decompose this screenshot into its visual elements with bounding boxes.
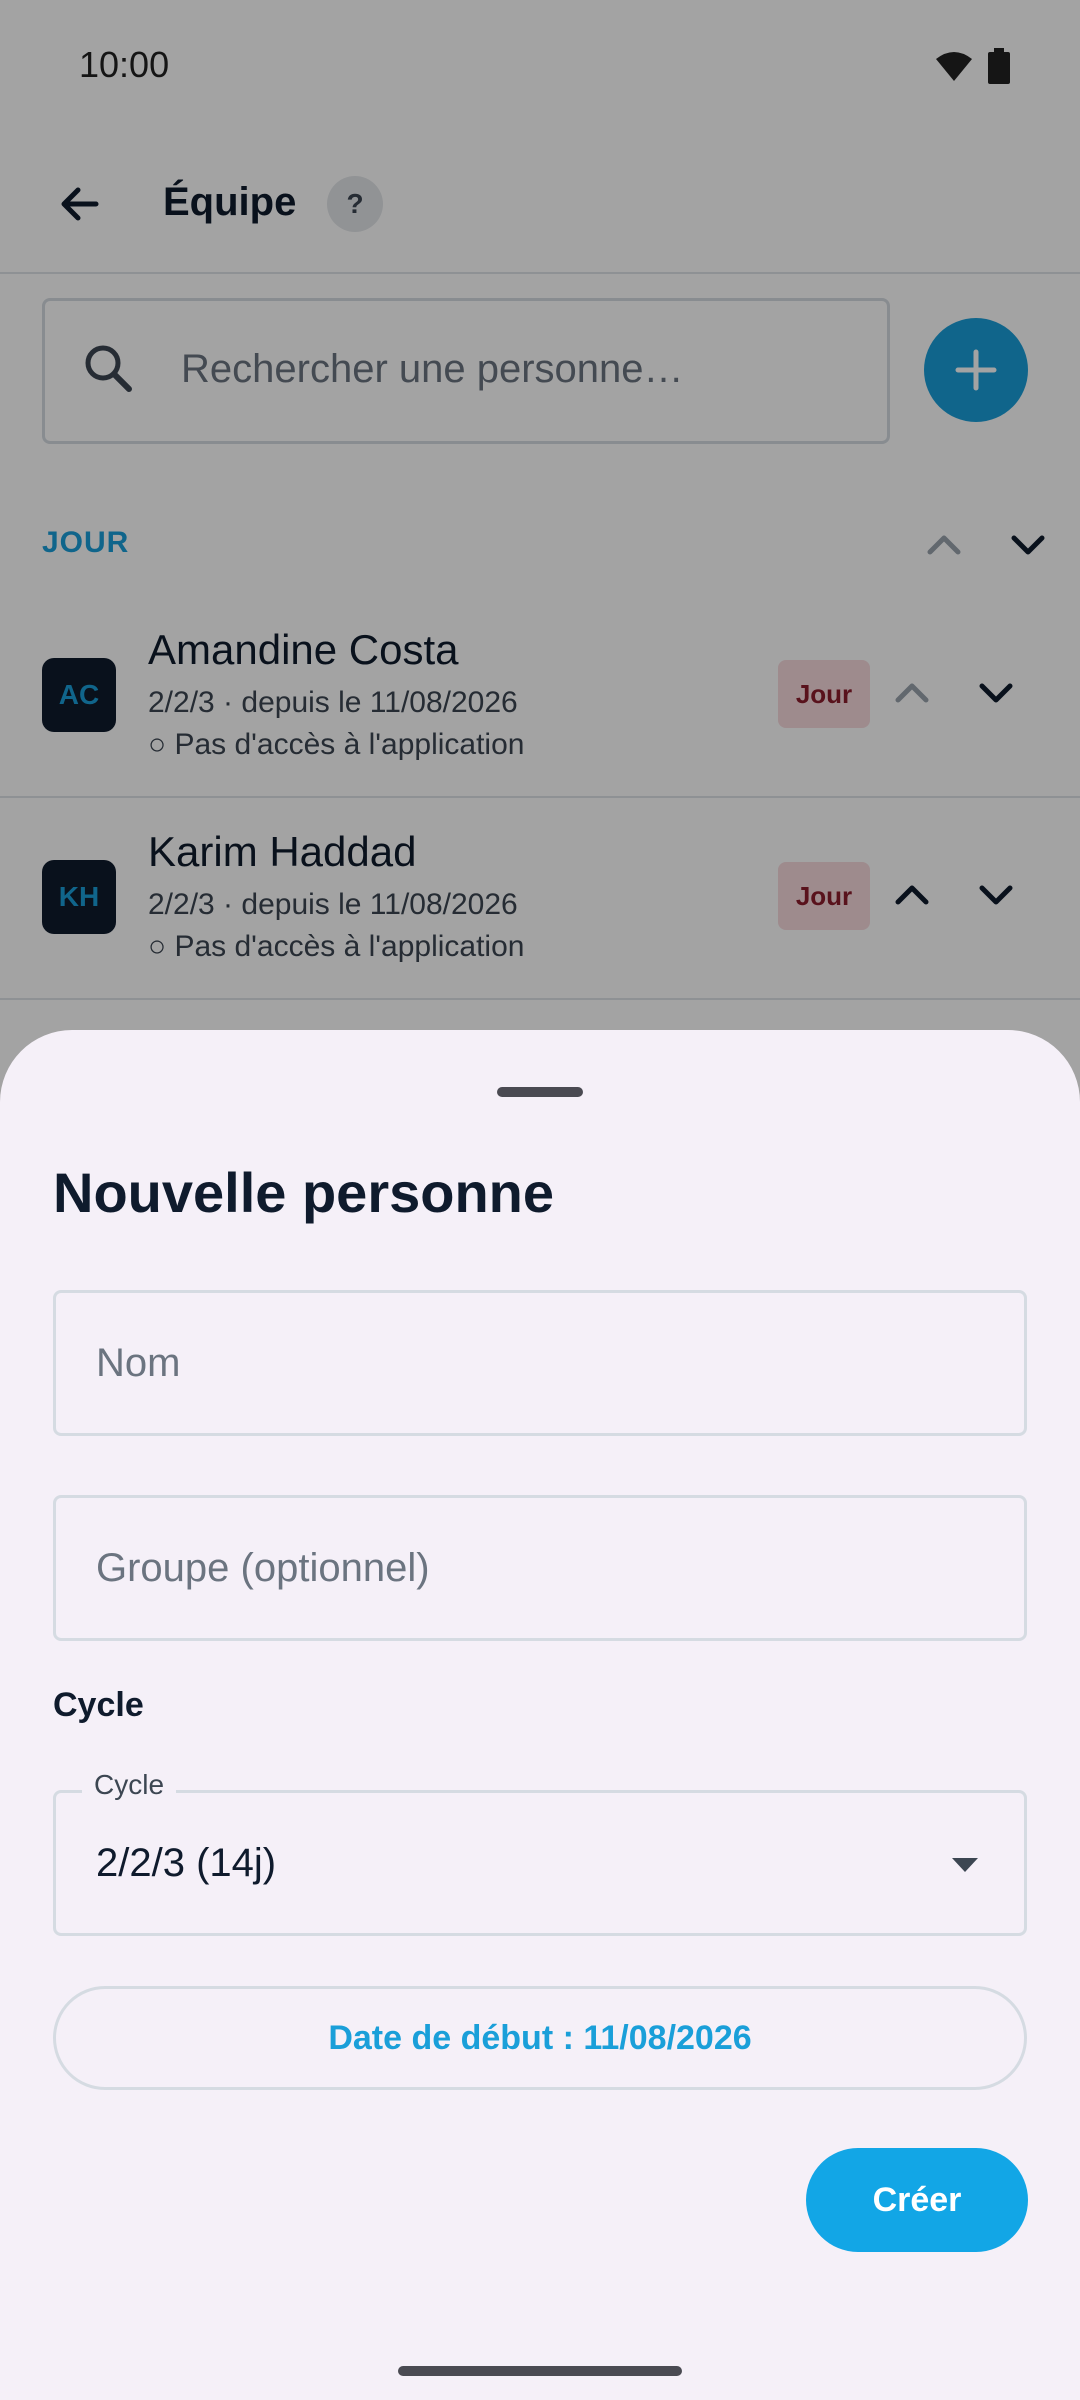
sheet-title: Nouvelle personne (53, 1161, 555, 1224)
home-indicator[interactable] (398, 2366, 682, 2376)
group-placeholder: Groupe (optionnel) (96, 1546, 430, 1590)
dropdown-arrow-icon (952, 1858, 978, 1872)
cycle-section-label: Cycle (53, 1686, 144, 1724)
start-date-button[interactable]: Date de début : 11/08/2026 (53, 1986, 1027, 2090)
bottom-sheet: Nouvelle personne Nom Groupe (optionnel)… (0, 1030, 1080, 2400)
drag-handle[interactable] (497, 1087, 583, 1097)
cycle-value: 2/2/3 (14j) (96, 1841, 277, 1885)
group-field[interactable]: Groupe (optionnel) (53, 1495, 1027, 1641)
create-button[interactable]: Créer (806, 2148, 1028, 2252)
cycle-legend: Cycle (82, 1769, 177, 1801)
cycle-select[interactable]: Cycle 2/2/3 (14j) (53, 1769, 1027, 1936)
name-placeholder: Nom (96, 1341, 181, 1385)
name-field[interactable]: Nom (53, 1290, 1027, 1436)
